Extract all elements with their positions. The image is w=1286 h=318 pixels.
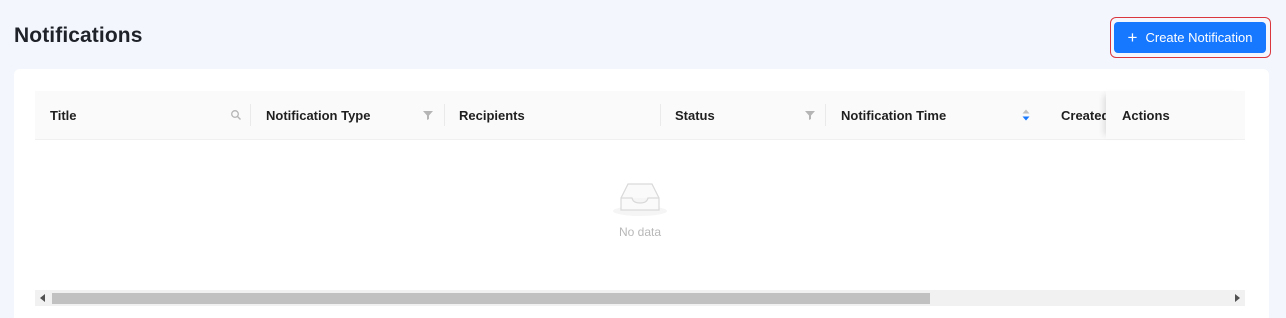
create-notification-button[interactable]: + Create Notification (1114, 22, 1266, 53)
page-title: Notifications (14, 24, 143, 47)
column-header-created: Created (1061, 91, 1109, 139)
column-header-actions: Actions (1106, 91, 1245, 139)
scroll-left-arrow-icon[interactable] (40, 294, 45, 302)
notifications-table-card: Title Notification Type Recipients Statu… (14, 69, 1269, 318)
column-separator (444, 104, 445, 126)
scroll-thumb[interactable] (52, 293, 930, 304)
column-separator (660, 104, 661, 126)
horizontal-scrollbar[interactable] (35, 290, 1245, 306)
column-notification-type-label: Notification Type (266, 107, 371, 123)
table-header: Title Notification Type Recipients Statu… (35, 91, 1245, 140)
plus-icon: + (1127, 27, 1138, 47)
sort-icon[interactable] (1020, 108, 1032, 122)
column-recipients-label: Recipients (459, 107, 525, 123)
create-notification-label: Create Notification (1145, 30, 1253, 45)
column-header-title: Title (50, 91, 77, 139)
filter-icon[interactable] (422, 109, 434, 121)
empty-state: No data (14, 179, 1266, 239)
column-separator (250, 104, 251, 126)
column-separator (825, 104, 826, 126)
scroll-right-arrow-icon[interactable] (1235, 294, 1240, 302)
search-icon[interactable] (230, 109, 242, 121)
column-header-status: Status (675, 91, 715, 139)
filter-icon[interactable] (804, 109, 816, 121)
column-title-label: Title (50, 107, 77, 123)
empty-inbox-icon (613, 183, 667, 216)
empty-text: No data (618, 225, 662, 239)
column-header-notification-time[interactable]: Notification Time (841, 91, 946, 139)
column-header-notification-type: Notification Type (266, 91, 370, 139)
column-status-label: Status (675, 107, 715, 123)
column-created-label: Created (1061, 107, 1110, 123)
column-header-recipients: Recipients (459, 91, 525, 139)
column-actions-label: Actions (1122, 107, 1170, 123)
column-notification-time-label: Notification Time (841, 107, 947, 123)
